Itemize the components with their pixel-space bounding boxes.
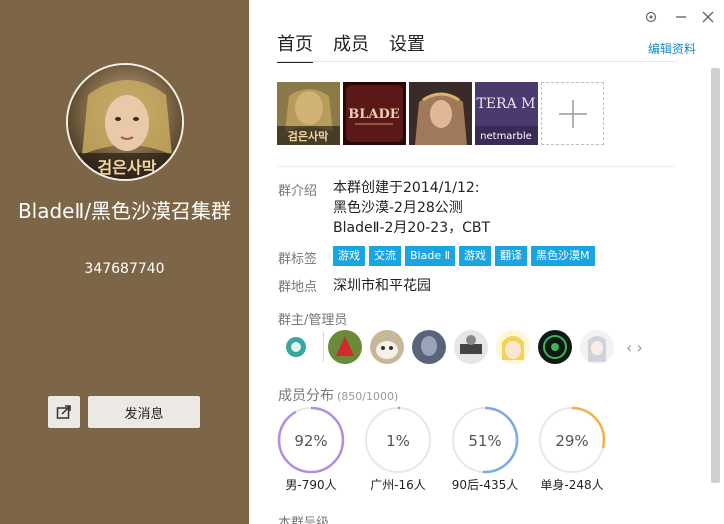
tab-home[interactable]: 首页 xyxy=(277,30,313,63)
group-level-label: 本群등级 xyxy=(278,516,329,524)
group-avatar[interactable]: 검은사막 xyxy=(66,63,184,181)
intro-label: 群介绍 xyxy=(278,184,318,199)
group-intro: 本群创建于2014/1/12: 黑色沙漠-2月28公测 BladeⅡ-2月20-… xyxy=(333,178,490,238)
add-game-button[interactable] xyxy=(541,82,604,145)
group-id: 347687740 xyxy=(84,261,165,277)
share-icon xyxy=(56,405,71,419)
admin-avatar[interactable] xyxy=(538,330,572,364)
share-button[interactable] xyxy=(48,396,80,428)
game-list: 검은사막 BLADE TERA M netmarble xyxy=(277,82,604,145)
distribution-count: (850/1000) xyxy=(337,390,399,403)
group-name: BladeⅡ/黑色沙漠召集群 xyxy=(17,199,232,223)
intro-line: BladeⅡ-2月20-23，CBT xyxy=(333,220,491,236)
gauge-percent: 1% xyxy=(386,432,410,450)
admin-avatar[interactable] xyxy=(370,330,404,364)
admin-avatar[interactable] xyxy=(279,330,313,364)
netmarble-label: netmarble xyxy=(480,131,532,142)
close-icon[interactable] xyxy=(699,8,717,26)
admin-avatar[interactable] xyxy=(454,330,488,364)
gauge-single[interactable]: 29% 单身-248人 xyxy=(538,406,606,493)
gauge-percent: 51% xyxy=(468,432,501,450)
admins-prev-icon[interactable]: ‹ xyxy=(626,338,632,357)
tab-bar: 首页 成员 设置 xyxy=(277,30,425,63)
intro-line: 黑色沙漠-2月28公测 xyxy=(333,200,463,216)
gauge-region[interactable]: 1% 广州-16人 xyxy=(364,406,432,493)
admin-avatar[interactable] xyxy=(496,330,530,364)
gauge-percent: 92% xyxy=(294,432,327,450)
tab-divider xyxy=(277,61,675,62)
avatar-logo-text: 검은사막 xyxy=(98,158,157,177)
tab-members[interactable]: 成员 xyxy=(333,30,369,63)
game-tile-label: BLADE xyxy=(348,107,399,122)
tags-label: 群标签 xyxy=(278,252,318,267)
tag[interactable]: 交流 xyxy=(369,246,401,266)
skin-icon[interactable] xyxy=(642,8,660,26)
game-tile-tera[interactable]: TERA M netmarble xyxy=(475,82,538,145)
admin-divider xyxy=(323,332,324,362)
tab-settings[interactable]: 设置 xyxy=(389,30,425,63)
place-label: 群地点 xyxy=(278,280,318,295)
admins-label: 群主/管理员 xyxy=(278,313,348,328)
section-divider xyxy=(277,166,675,167)
gauge-age[interactable]: 51% 90后-435人 xyxy=(451,406,519,493)
game-tile-label: 검은사막 xyxy=(288,129,328,143)
profile-panel: 검은사막 BladeⅡ/黑色沙漠召集群 347687740 发消息 xyxy=(0,0,249,524)
gauge-label: 男-790人 xyxy=(285,478,337,492)
tag[interactable]: 游戏 xyxy=(333,246,365,266)
admin-avatar[interactable] xyxy=(580,330,614,364)
send-message-button[interactable]: 发消息 xyxy=(88,396,200,428)
game-tile-blade[interactable]: BLADE xyxy=(343,82,406,145)
admin-avatar[interactable] xyxy=(412,330,446,364)
tag-list: 游戏 交流 Blade Ⅱ 游戏 翻译 黑色沙漠M xyxy=(333,246,595,266)
distribution-gauges: 92% 男-790人 1% 广州-16人 51% 90后-435人 29% 单身… xyxy=(277,406,606,493)
edit-profile-link[interactable]: 编辑资料 xyxy=(648,40,696,57)
tag[interactable]: Blade Ⅱ xyxy=(405,246,456,266)
tag[interactable]: 游戏 xyxy=(459,246,492,266)
tag[interactable]: 翻译 xyxy=(495,246,528,266)
scrollbar[interactable] xyxy=(711,68,720,483)
gauge-gender[interactable]: 92% 男-790人 xyxy=(277,406,345,493)
gauge-label: 单身-248人 xyxy=(540,478,604,492)
admins-next-icon[interactable]: › xyxy=(636,338,642,357)
gauge-label: 广州-16人 xyxy=(370,478,426,492)
group-place: 深圳市和平花园 xyxy=(333,278,431,294)
main-panel: 首页 成员 设置 编辑资料 검은사막 BLADE TERA M netmarbl… xyxy=(249,0,724,524)
gauge-percent: 29% xyxy=(555,432,588,450)
plus-icon xyxy=(558,99,587,128)
gauge-label: 90后-435人 xyxy=(451,478,519,492)
tag[interactable]: 黑色沙漠M xyxy=(531,246,595,266)
admin-avatar[interactable] xyxy=(328,330,362,364)
admin-list: ‹ › xyxy=(279,330,643,364)
game-tile-black-desert[interactable]: 검은사막 xyxy=(277,82,340,145)
intro-line: 本群创建于2014/1/12: xyxy=(333,180,480,196)
game-tile-label: TERA M xyxy=(477,96,536,112)
minimize-icon[interactable] xyxy=(672,8,690,26)
distribution-title-text: 成员分布 xyxy=(278,388,334,404)
game-tile-warrior[interactable] xyxy=(409,82,472,145)
distribution-title: 成员分布 (850/1000) xyxy=(278,385,398,405)
